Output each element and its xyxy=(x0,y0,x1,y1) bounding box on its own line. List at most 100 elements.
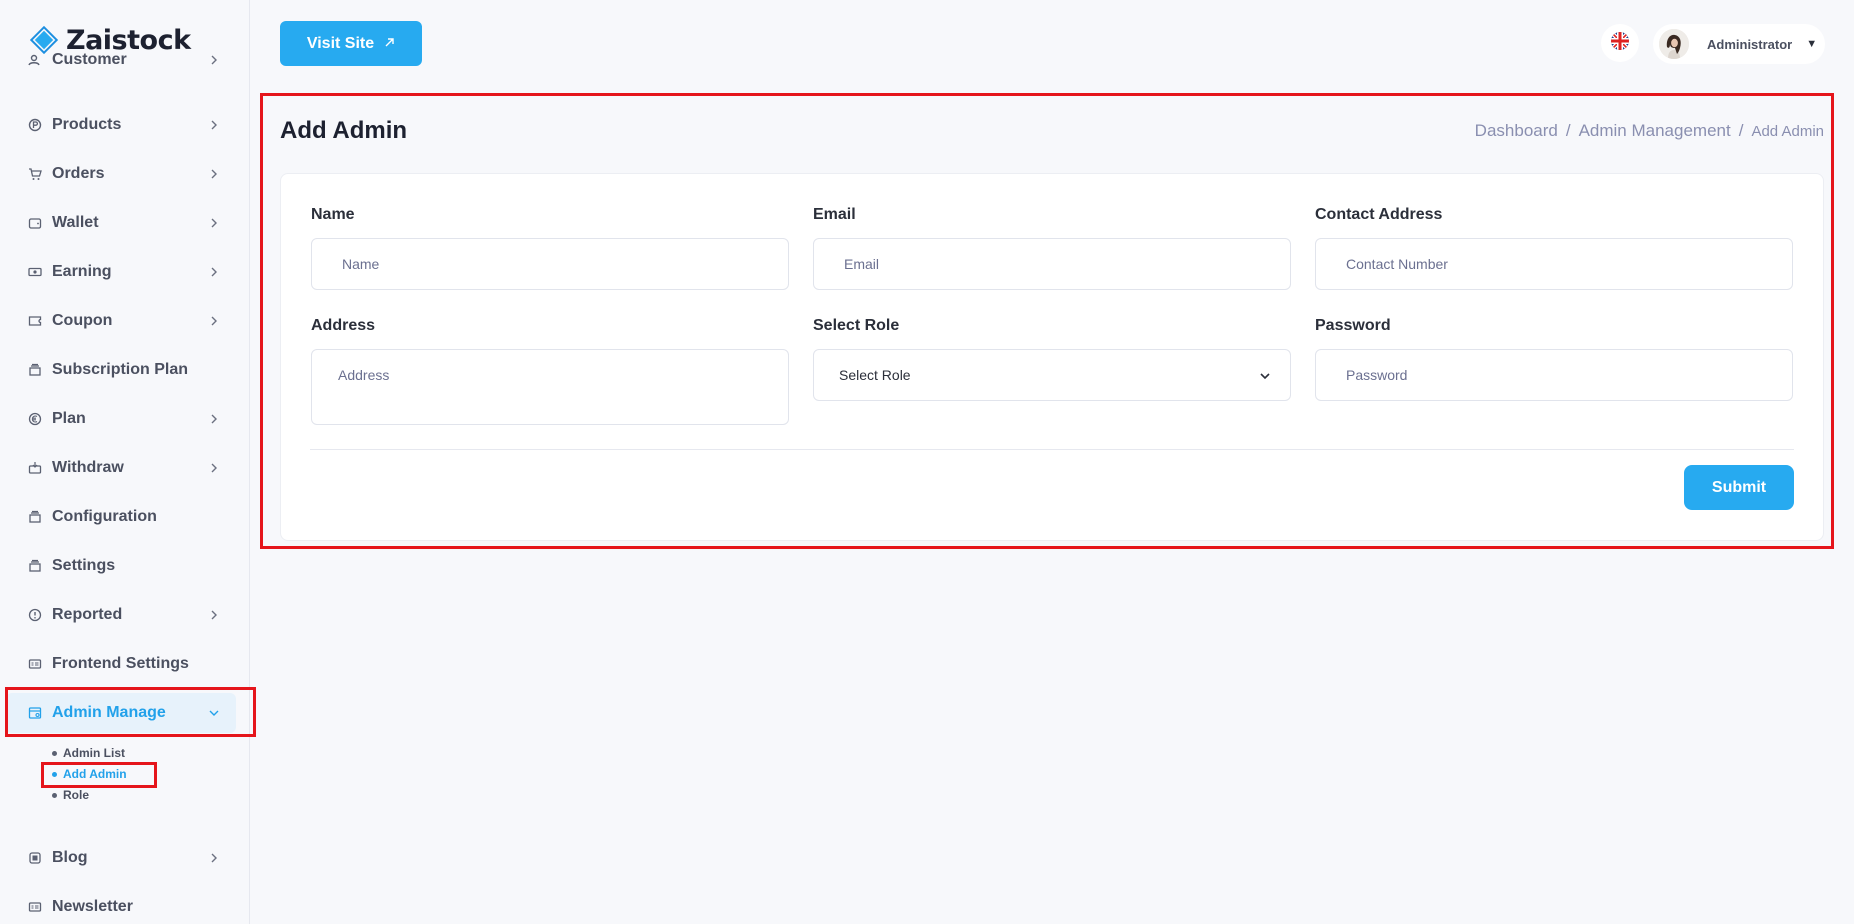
wallet-icon xyxy=(28,216,42,230)
chevron-right-icon xyxy=(208,118,220,130)
sidebar-item-label: Blog xyxy=(52,849,88,866)
newsletter-icon xyxy=(28,900,42,914)
plan-icon xyxy=(28,412,42,426)
address-label: Address xyxy=(311,317,376,334)
sidebar-item-label: Settings xyxy=(52,557,116,574)
sidebar-item-label: Reported xyxy=(52,606,123,623)
sidebar-item-label: Admin Manage xyxy=(52,704,166,721)
email-input[interactable] xyxy=(813,238,1291,290)
sidebar-item-coupon[interactable]: Coupon xyxy=(6,301,236,341)
sidebar: Zaistock Customer Products Orders Wallet… xyxy=(0,0,250,924)
sidebar-item-settings[interactable]: Settings xyxy=(6,546,236,586)
breadcrumb-current: Add Admin xyxy=(1751,123,1824,140)
frontend-settings-icon xyxy=(28,657,42,671)
topbar: Visit Site Administrator ▼ xyxy=(250,0,1854,86)
chevron-down-icon xyxy=(1258,369,1272,383)
bullet-icon xyxy=(52,750,57,756)
uk-flag-icon xyxy=(1610,31,1630,56)
avatar xyxy=(1659,29,1689,59)
chevron-right-icon xyxy=(208,167,220,179)
chevron-right-icon xyxy=(208,314,220,326)
submit-button[interactable]: Submit xyxy=(1684,465,1794,510)
contact-address-label: Contact Address xyxy=(1315,206,1443,223)
sidebar-item-newsletter[interactable]: Newsletter xyxy=(6,887,236,924)
address-textarea[interactable] xyxy=(311,349,789,425)
form-divider xyxy=(310,449,1794,450)
role-select-value: Select Role xyxy=(839,367,911,383)
configuration-icon xyxy=(28,510,42,524)
chevron-right-icon xyxy=(208,461,220,473)
breadcrumb: Dashboard / Admin Management / Add Admin xyxy=(1475,121,1824,141)
sidebar-item-withdraw[interactable]: Withdraw xyxy=(6,448,236,488)
submenu-item-admin-list[interactable]: Admin List xyxy=(52,746,125,760)
sidebar-item-frontend-settings[interactable]: Frontend Settings xyxy=(6,644,236,684)
breadcrumb-dashboard[interactable]: Dashboard xyxy=(1475,121,1558,141)
sidebar-item-label: Frontend Settings xyxy=(52,655,189,672)
sidebar-item-earning[interactable]: Earning xyxy=(6,252,236,292)
password-label: Password xyxy=(1315,317,1391,334)
chevron-right-icon xyxy=(208,851,220,863)
subscription-icon xyxy=(28,363,42,377)
blog-icon xyxy=(28,851,42,865)
role-select[interactable]: Select Role xyxy=(813,349,1291,401)
sidebar-item-label: Orders xyxy=(52,165,105,182)
chevron-right-icon xyxy=(208,53,220,65)
select-role-label: Select Role xyxy=(813,317,900,334)
breadcrumb-separator: / xyxy=(1565,121,1571,140)
bullet-icon xyxy=(52,771,57,777)
sidebar-item-blog[interactable]: Blog xyxy=(6,838,236,878)
sidebar-item-products[interactable]: Products xyxy=(6,105,236,145)
chevron-down-icon xyxy=(208,706,220,718)
sidebar-item-plan[interactable]: Plan xyxy=(6,399,236,439)
sidebar-item-customer[interactable]: Customer xyxy=(6,40,236,80)
language-button[interactable] xyxy=(1601,24,1639,62)
sidebar-item-label: Withdraw xyxy=(52,459,124,476)
email-label: Email xyxy=(813,206,856,223)
cart-icon xyxy=(28,167,42,181)
sidebar-item-label: Plan xyxy=(52,410,86,427)
chevron-right-icon xyxy=(208,216,220,228)
submenu-item-label: Role xyxy=(63,788,90,802)
submenu-item-add-admin[interactable]: Add Admin xyxy=(52,767,127,781)
page-title: Add Admin xyxy=(280,117,408,144)
customer-icon xyxy=(28,53,42,67)
name-label: Name xyxy=(311,206,355,223)
visit-site-button[interactable]: Visit Site xyxy=(280,21,422,66)
breadcrumb-admin-management[interactable]: Admin Management xyxy=(1579,121,1731,141)
admin-manage-icon xyxy=(28,706,42,720)
sidebar-item-label: Wallet xyxy=(52,214,99,231)
sidebar-item-label: Subscription Plan xyxy=(52,361,189,378)
sidebar-item-label: Customer xyxy=(52,51,127,68)
breadcrumb-separator: / xyxy=(1738,121,1744,140)
sidebar-item-label: Coupon xyxy=(52,312,113,329)
chevron-right-icon xyxy=(208,412,220,424)
user-menu-button[interactable]: Administrator ▼ xyxy=(1653,24,1825,64)
sidebar-item-orders[interactable]: Orders xyxy=(6,154,236,194)
withdraw-icon xyxy=(28,461,42,475)
submenu-item-role[interactable]: Role xyxy=(52,788,89,802)
user-name: Administrator xyxy=(1707,36,1793,52)
products-icon xyxy=(28,118,42,132)
name-input[interactable] xyxy=(311,238,789,290)
chevron-right-icon xyxy=(208,608,220,620)
sidebar-item-label: Newsletter xyxy=(52,898,133,915)
sidebar-item-wallet[interactable]: Wallet xyxy=(6,203,236,243)
coupon-icon xyxy=(28,314,42,328)
submenu-item-label: Add Admin xyxy=(63,767,127,781)
external-link-icon xyxy=(384,35,395,53)
chevron-right-icon xyxy=(208,265,220,277)
sidebar-item-subscription-plan[interactable]: Subscription Plan xyxy=(6,350,236,390)
sidebar-item-configuration[interactable]: Configuration xyxy=(6,497,236,537)
visit-site-label: Visit Site xyxy=(306,34,375,52)
sidebar-item-label: Configuration xyxy=(52,508,157,525)
bullet-icon xyxy=(52,792,57,798)
caret-down-icon: ▼ xyxy=(1806,38,1818,50)
submenu-item-label: Admin List xyxy=(63,746,125,760)
sidebar-item-admin-manage[interactable]: Admin Manage xyxy=(6,693,236,733)
sidebar-item-label: Products xyxy=(52,116,122,133)
earning-icon xyxy=(28,265,42,279)
reported-icon xyxy=(28,608,42,622)
contact-number-input[interactable] xyxy=(1315,238,1793,290)
password-input[interactable] xyxy=(1315,349,1793,401)
sidebar-item-reported[interactable]: Reported xyxy=(6,595,236,635)
